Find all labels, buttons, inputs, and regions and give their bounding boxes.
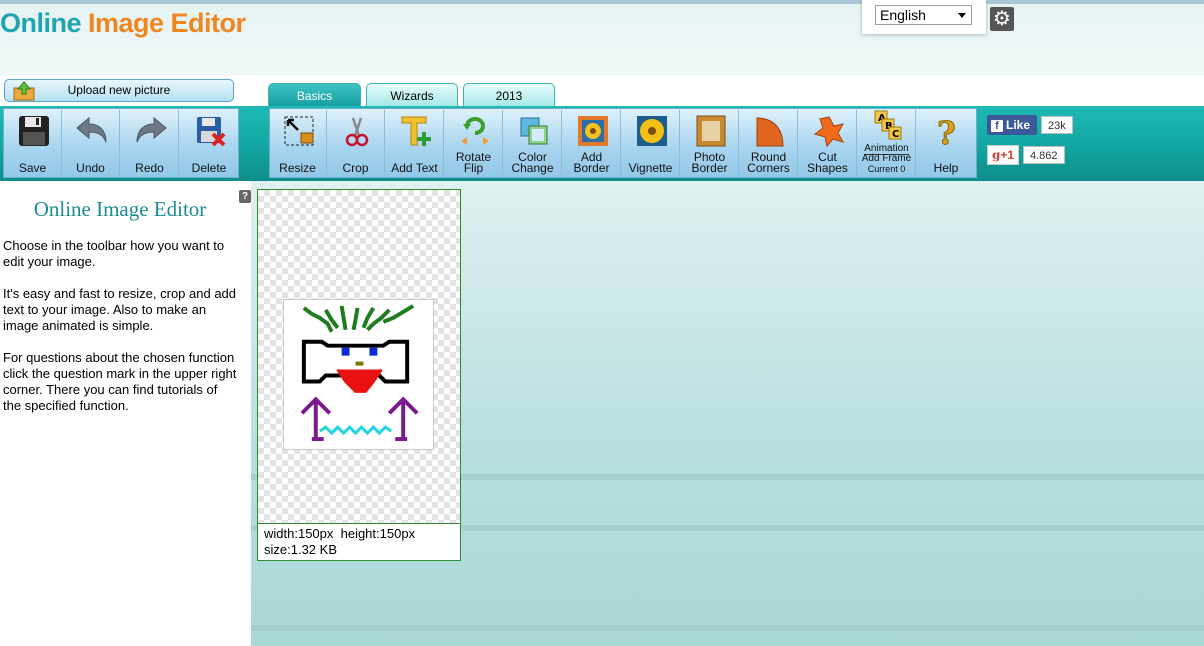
rotate-icon <box>461 117 489 145</box>
panel-paragraph-2: It's easy and fast to resize, crop and a… <box>3 286 237 333</box>
logo-word1: Online <box>0 8 82 38</box>
border-icon <box>578 116 608 146</box>
image-dimensions: width:150px height:150px <box>264 526 416 541</box>
help-label: Help <box>933 161 959 175</box>
delete-label: Delete <box>191 161 227 175</box>
cut-shapes-button[interactable]: Cut Shapes <box>799 110 857 176</box>
redo-label: Redo <box>135 161 164 175</box>
help-question-icon[interactable]: ? <box>239 190 251 203</box>
add-text-icon <box>401 116 431 146</box>
rotate-line2: Flip <box>463 161 484 175</box>
animation-add-frame: Add Frame <box>861 153 912 164</box>
delete-button[interactable]: Delete <box>180 110 238 176</box>
image-info: width:150px height:150px size:1.32 KB <box>257 523 461 561</box>
round-corners-button[interactable]: Round Corners <box>740 110 798 176</box>
svg-text:C: C <box>892 129 899 140</box>
cut-shapes-label: Cut Shapes <box>799 151 856 175</box>
round-line2: Corners <box>747 161 790 175</box>
round-corners-label: Round Corners <box>740 151 797 175</box>
fb-like-label: Like <box>1006 118 1031 132</box>
tab-2013[interactable]: 2013 <box>463 83 555 106</box>
redo-arrow-icon <box>136 116 167 143</box>
photo-border-label: Photo Border <box>681 151 738 175</box>
redo-button[interactable]: Redo <box>121 110 179 176</box>
border-line2: Border <box>573 161 610 175</box>
tab-basics[interactable]: Basics <box>268 83 361 106</box>
scissors-icon <box>345 117 369 147</box>
image-size: size:1.32 KB <box>264 542 337 557</box>
fb-like-count: 23k <box>1041 116 1073 134</box>
photo-line2: Border <box>691 161 728 175</box>
vignette-icon <box>637 116 667 146</box>
pixel-face-image <box>300 304 419 442</box>
panel-paragraph-3: For questions about the chosen function … <box>3 350 237 413</box>
add-border-label: Add Border <box>563 151 620 175</box>
animation-button[interactable]: A B C Animation Add Frame Current 0 <box>858 110 916 176</box>
undo-arrow-icon <box>76 116 107 143</box>
panel-paragraph-1: Choose in the toolbar how you want to ed… <box>3 238 225 269</box>
photo-border-icon <box>696 115 726 147</box>
add-text-label: Add Text <box>391 161 438 175</box>
save-button[interactable]: Save <box>4 110 62 176</box>
tab-wizards[interactable]: Wizards <box>366 83 458 106</box>
photo-border-button[interactable]: Photo Border <box>681 110 739 176</box>
vignette-button[interactable]: Vignette <box>622 110 680 176</box>
color-change-button[interactable]: Color Change <box>504 110 562 176</box>
facebook-icon: f <box>991 120 1003 132</box>
resize-label: Resize <box>279 161 316 175</box>
gplus-count: 4.862 <box>1023 146 1065 164</box>
google-plus-button[interactable]: g+1 <box>987 145 1019 165</box>
chevron-down-icon <box>958 13 966 18</box>
resize-button[interactable]: Resize <box>269 110 327 176</box>
undo-label: Undo <box>76 161 105 175</box>
work-stripe <box>251 625 1204 631</box>
gear-icon[interactable]: ⚙ <box>990 7 1014 31</box>
delete-icon <box>197 117 226 147</box>
resize-icon <box>284 116 314 146</box>
color-change-icon <box>520 117 548 145</box>
color-line2: Change <box>511 161 554 175</box>
rotate-flip-button[interactable]: Rotate Flip <box>445 110 503 176</box>
gplus-label: +1 <box>1000 148 1015 162</box>
cut-shapes-icon <box>813 116 845 148</box>
panel-title: Online Image Editor <box>33 197 207 221</box>
crop-label: Crop <box>342 161 369 175</box>
floppy-disk-icon <box>19 116 49 146</box>
upload-icon <box>13 81 35 101</box>
vignette-label: Vignette <box>628 161 673 175</box>
help-icon: ? <box>937 114 957 148</box>
animation-icon: A B C <box>874 110 902 140</box>
color-change-label: Color Change <box>504 151 561 175</box>
cut-line2: Shapes <box>807 161 848 175</box>
add-text-button[interactable]: Add Text <box>386 110 444 176</box>
crop-button[interactable]: Crop <box>327 110 385 176</box>
edited-image[interactable] <box>283 299 434 450</box>
rotate-flip-label: Rotate Flip <box>445 151 502 175</box>
add-border-button[interactable]: Add Border <box>563 110 621 176</box>
language-select[interactable]: English <box>875 5 972 25</box>
svg-text:?: ? <box>937 114 956 148</box>
help-button[interactable]: ? Help <box>917 110 975 176</box>
upload-label: Upload new picture <box>67 83 171 97</box>
logo-word2: Image Editor <box>88 8 246 38</box>
facebook-like-button[interactable]: f Like <box>987 115 1037 135</box>
app-logo[interactable]: Online Image Editor <box>0 8 246 39</box>
animation-current: Current 0 <box>867 164 906 174</box>
language-value: English <box>880 7 926 23</box>
upload-button[interactable]: Upload new picture <box>4 79 234 102</box>
save-label: Save <box>18 161 47 175</box>
undo-button[interactable]: Undo <box>62 110 120 176</box>
animation-label: Animation Add Frame Current 0 <box>858 143 915 175</box>
round-corners-icon <box>756 117 784 147</box>
